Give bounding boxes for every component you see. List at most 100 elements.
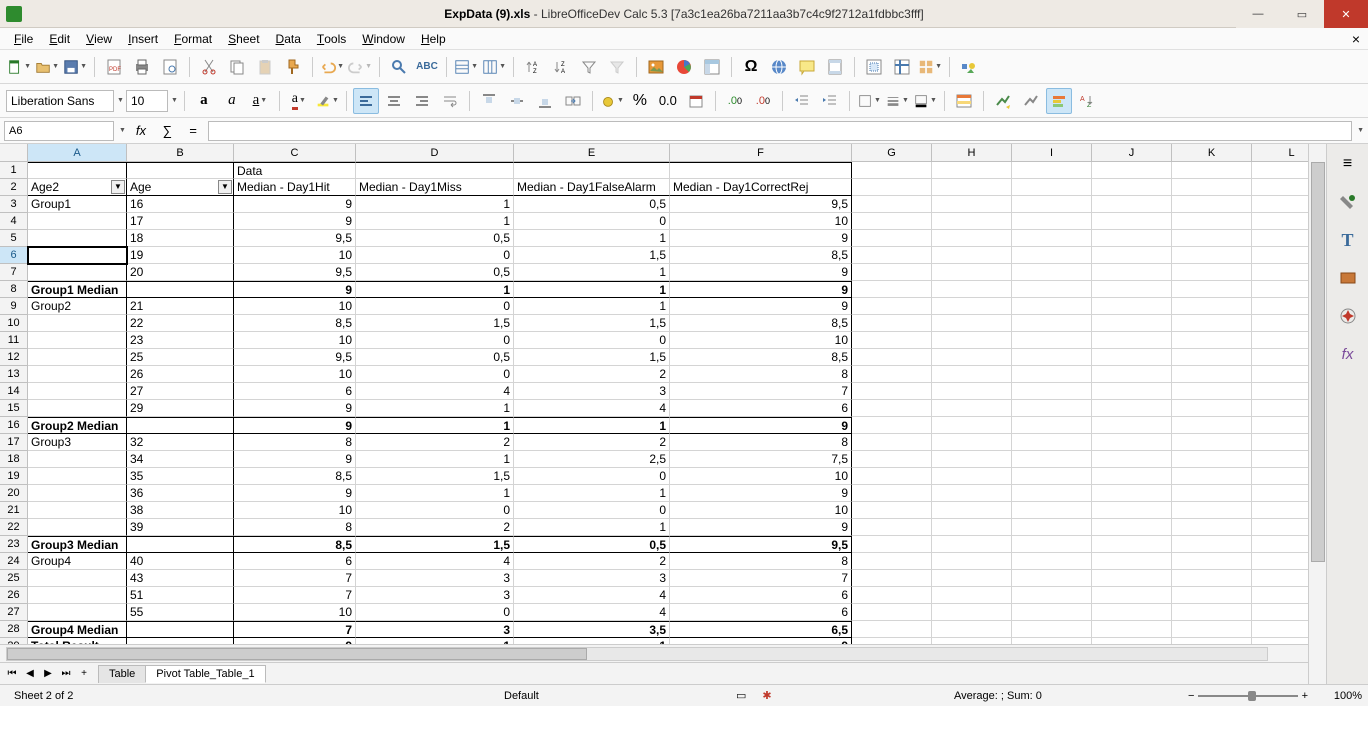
cell-E4[interactable]: 0 bbox=[514, 213, 670, 230]
cell-E1[interactable] bbox=[514, 162, 670, 179]
insert-chart-button[interactable] bbox=[671, 54, 697, 80]
row-header-18[interactable]: 18 bbox=[0, 451, 28, 468]
cell-B11[interactable]: 23 bbox=[127, 332, 234, 349]
equals-button[interactable]: = bbox=[182, 120, 204, 142]
cell-C26[interactable]: 7 bbox=[234, 587, 356, 604]
cell-D7[interactable]: 0,5 bbox=[356, 264, 514, 281]
cell-B10[interactable]: 22 bbox=[127, 315, 234, 332]
cell-G1[interactable] bbox=[852, 162, 932, 179]
hyperlink-button[interactable] bbox=[766, 54, 792, 80]
navigator-icon[interactable] bbox=[1334, 302, 1362, 330]
cell-F15[interactable]: 6 bbox=[670, 400, 852, 417]
cell-G13[interactable] bbox=[852, 366, 932, 383]
col-header-G[interactable]: G bbox=[852, 144, 932, 161]
cell-E6[interactable]: 1,5 bbox=[514, 247, 670, 264]
menu-file[interactable]: File bbox=[6, 30, 41, 48]
cell-L10[interactable] bbox=[1252, 315, 1308, 332]
sheet-tab-table[interactable]: Table bbox=[98, 665, 146, 683]
cell-H5[interactable] bbox=[932, 230, 1012, 247]
cell-G25[interactable] bbox=[852, 570, 932, 587]
row-header-21[interactable]: 21 bbox=[0, 502, 28, 519]
cell-L19[interactable] bbox=[1252, 468, 1308, 485]
cell-A24[interactable]: Group4 bbox=[28, 553, 127, 570]
highlight-button[interactable]: ▼ bbox=[314, 88, 340, 114]
sheet-tab-pivot-table_table_1[interactable]: Pivot Table_Table_1 bbox=[145, 665, 265, 683]
cell-C7[interactable]: 9,5 bbox=[234, 264, 356, 281]
cell-A21[interactable] bbox=[28, 502, 127, 519]
freeze-button[interactable] bbox=[889, 54, 915, 80]
menu-format[interactable]: Format bbox=[166, 30, 220, 48]
cell-C11[interactable]: 10 bbox=[234, 332, 356, 349]
cell-F6[interactable]: 8,5 bbox=[670, 247, 852, 264]
row-header-17[interactable]: 17 bbox=[0, 434, 28, 451]
cell-F20[interactable]: 9 bbox=[670, 485, 852, 502]
col-header-K[interactable]: K bbox=[1172, 144, 1252, 161]
tab-last-button[interactable]: ⏭ bbox=[58, 666, 74, 682]
cell-D16[interactable]: 1 bbox=[356, 417, 514, 434]
cell-I17[interactable] bbox=[1012, 434, 1092, 451]
cell-B20[interactable]: 36 bbox=[127, 485, 234, 502]
cell-K13[interactable] bbox=[1172, 366, 1252, 383]
zoom-in-icon[interactable]: + bbox=[1302, 690, 1308, 702]
cell-A20[interactable] bbox=[28, 485, 127, 502]
cell-K26[interactable] bbox=[1172, 587, 1252, 604]
cell-J7[interactable] bbox=[1092, 264, 1172, 281]
cell-I8[interactable] bbox=[1012, 281, 1092, 298]
cell-H6[interactable] bbox=[932, 247, 1012, 264]
menu-insert[interactable]: Insert bbox=[120, 30, 166, 48]
cell-L24[interactable] bbox=[1252, 553, 1308, 570]
cell-I4[interactable] bbox=[1012, 213, 1092, 230]
cell-L23[interactable] bbox=[1252, 536, 1308, 553]
cell-C14[interactable]: 6 bbox=[234, 383, 356, 400]
row-header-3[interactable]: 3 bbox=[0, 196, 28, 213]
cell-D20[interactable]: 1 bbox=[356, 485, 514, 502]
cell-K9[interactable] bbox=[1172, 298, 1252, 315]
cell-I10[interactable] bbox=[1012, 315, 1092, 332]
underline-button[interactable]: a▼ bbox=[247, 88, 273, 114]
cell-H20[interactable] bbox=[932, 485, 1012, 502]
cell-L2[interactable] bbox=[1252, 179, 1308, 196]
cell-G18[interactable] bbox=[852, 451, 932, 468]
cell-K5[interactable] bbox=[1172, 230, 1252, 247]
row-header-19[interactable]: 19 bbox=[0, 468, 28, 485]
cell-A18[interactable] bbox=[28, 451, 127, 468]
menu-window[interactable]: Window bbox=[354, 30, 413, 48]
copy-button[interactable] bbox=[224, 54, 250, 80]
add-decimal-button[interactable]: .00 bbox=[722, 88, 748, 114]
cell-H15[interactable] bbox=[932, 400, 1012, 417]
cell-C1[interactable]: Data bbox=[234, 162, 356, 179]
row-header-5[interactable]: 5 bbox=[0, 230, 28, 247]
cell-I25[interactable] bbox=[1012, 570, 1092, 587]
cell-D10[interactable]: 1,5 bbox=[356, 315, 514, 332]
cell-L20[interactable] bbox=[1252, 485, 1308, 502]
cell-K17[interactable] bbox=[1172, 434, 1252, 451]
row-header-4[interactable]: 4 bbox=[0, 213, 28, 230]
col-header-L[interactable]: L bbox=[1252, 144, 1308, 161]
cell-B4[interactable]: 17 bbox=[127, 213, 234, 230]
spellcheck-button[interactable]: ABC bbox=[414, 54, 440, 80]
cell-K16[interactable] bbox=[1172, 417, 1252, 434]
cell-G15[interactable] bbox=[852, 400, 932, 417]
row-header-24[interactable]: 24 bbox=[0, 553, 28, 570]
cell-I2[interactable] bbox=[1012, 179, 1092, 196]
row-header-14[interactable]: 14 bbox=[0, 383, 28, 400]
cell-C21[interactable]: 10 bbox=[234, 502, 356, 519]
cell-H12[interactable] bbox=[932, 349, 1012, 366]
cell-H13[interactable] bbox=[932, 366, 1012, 383]
remove-decimal-button[interactable]: .00 bbox=[750, 88, 776, 114]
cell-I14[interactable] bbox=[1012, 383, 1092, 400]
cell-E19[interactable]: 0 bbox=[514, 468, 670, 485]
cell-F2[interactable]: Median - Day1CorrectRej bbox=[670, 179, 852, 196]
cell-I16[interactable] bbox=[1012, 417, 1092, 434]
cell-B12[interactable]: 25 bbox=[127, 349, 234, 366]
cell-B8[interactable] bbox=[127, 281, 234, 298]
zoom-slider[interactable]: − + bbox=[1188, 690, 1308, 702]
cell-K22[interactable] bbox=[1172, 519, 1252, 536]
cell-A19[interactable] bbox=[28, 468, 127, 485]
cell-F5[interactable]: 9 bbox=[670, 230, 852, 247]
cell-J6[interactable] bbox=[1092, 247, 1172, 264]
cell-C13[interactable]: 10 bbox=[234, 366, 356, 383]
align-right-button[interactable] bbox=[409, 88, 435, 114]
comment-button[interactable] bbox=[794, 54, 820, 80]
functions-icon[interactable]: fx bbox=[1334, 340, 1362, 368]
